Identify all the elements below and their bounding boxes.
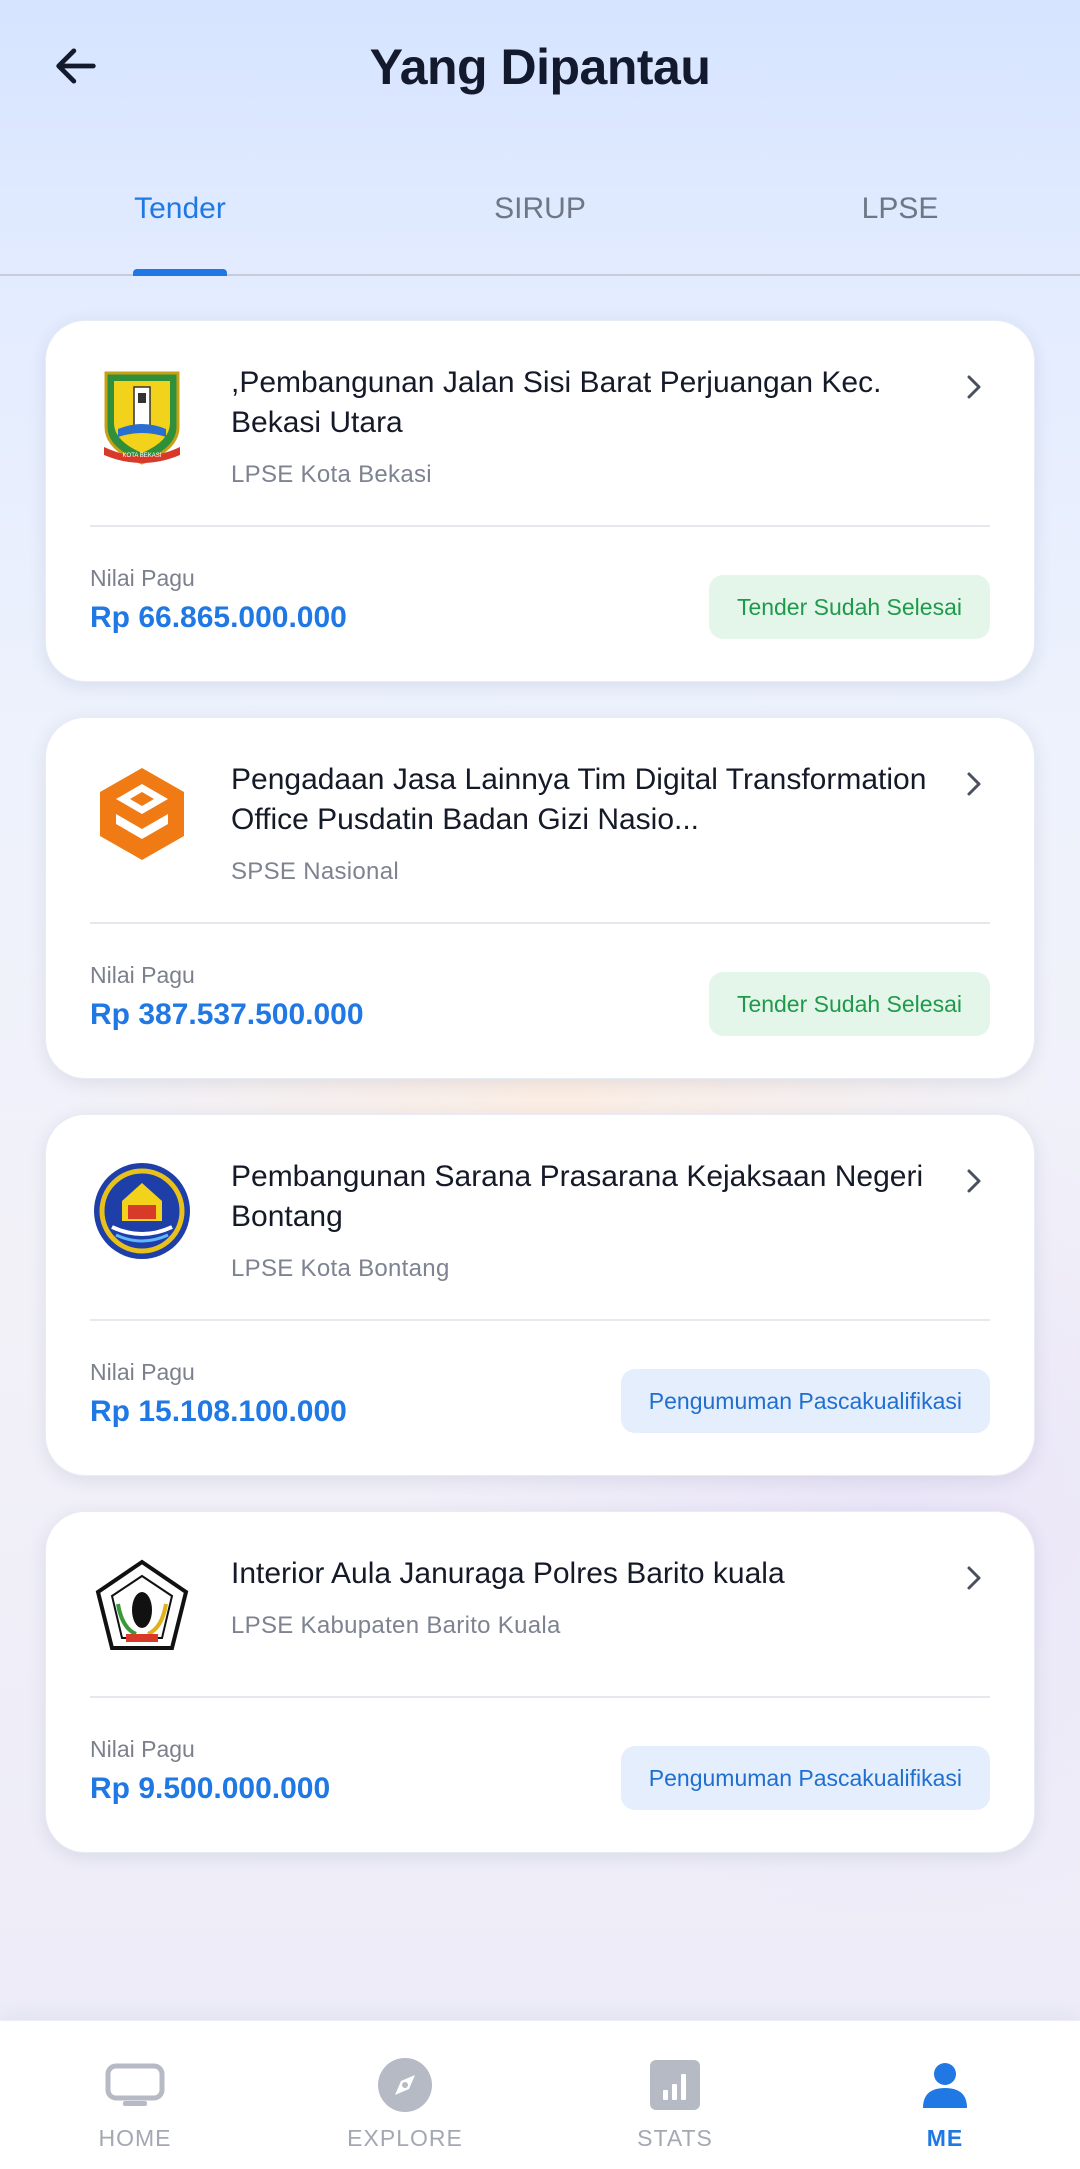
kota-bontang-emblem-icon bbox=[92, 1161, 192, 1261]
nav-me[interactable]: ME bbox=[810, 2055, 1080, 2152]
active-tab-indicator bbox=[133, 269, 227, 276]
compass-icon bbox=[270, 2055, 540, 2115]
person-icon bbox=[810, 2055, 1080, 2115]
tender-title: Pembangunan Sarana Prasarana Kejaksaan N… bbox=[231, 1160, 924, 1233]
pagu-label: Nilai Pagu bbox=[90, 1736, 195, 1762]
tender-source: SPSE Nasional bbox=[231, 858, 399, 885]
tender-card[interactable]: Pembangunan Sarana Prasarana Kejaksaan N… bbox=[45, 1114, 1035, 1476]
pagu-value: Rp 66.865.000.000 bbox=[90, 601, 347, 634]
bottom-navigation: HOME EXPLORE STATS ME bbox=[0, 2020, 1080, 2169]
tender-source: LPSE Kota Bekasi bbox=[231, 461, 432, 488]
nav-explore[interactable]: EXPLORE bbox=[270, 2055, 540, 2152]
nav-stats-label: STATS bbox=[637, 2125, 713, 2151]
pagu-label: Nilai Pagu bbox=[90, 565, 195, 591]
card-divider bbox=[90, 1319, 990, 1321]
tab-tender[interactable]: Tender bbox=[0, 192, 360, 226]
card-divider bbox=[90, 525, 990, 527]
tender-title: Pengadaan Jasa Lainnya Tim Digital Trans… bbox=[231, 763, 927, 836]
card-divider bbox=[90, 1696, 990, 1698]
chevron-right-icon bbox=[954, 764, 994, 804]
tender-title: Interior Aula Januraga Polres Barito kua… bbox=[231, 1557, 785, 1590]
chevron-right-icon bbox=[954, 1161, 994, 1201]
tender-card[interactable]: KOTA BEKASI ,Pembangunan Jalan Sisi Bara… bbox=[45, 320, 1035, 682]
app-header: Yang Dipantau bbox=[0, 0, 1080, 140]
chevron-right-icon bbox=[954, 367, 994, 407]
status-badge: Tender Sudah Selesai bbox=[708, 575, 990, 639]
nav-me-label: ME bbox=[926, 2125, 964, 2151]
svg-text:KOTA BEKASI: KOTA BEKASI bbox=[123, 453, 162, 459]
status-badge: Tender Sudah Selesai bbox=[708, 972, 990, 1036]
pagu-label: Nilai Pagu bbox=[90, 962, 195, 988]
spse-logo-icon bbox=[92, 764, 192, 864]
nav-stats[interactable]: STATS bbox=[540, 2055, 810, 2152]
tender-title: ,Pembangunan Jalan Sisi Barat Perjuangan… bbox=[231, 366, 882, 439]
pagu-label: Nilai Pagu bbox=[90, 1359, 195, 1385]
barito-kuala-emblem-icon bbox=[92, 1558, 192, 1658]
tab-sirup[interactable]: SIRUP bbox=[360, 192, 720, 226]
tender-card[interactable]: Pengadaan Jasa Lainnya Tim Digital Trans… bbox=[45, 717, 1035, 1079]
tender-source: LPSE Kabupaten Barito Kuala bbox=[231, 1612, 561, 1639]
nav-home-label: HOME bbox=[98, 2125, 172, 2151]
pagu-value: Rp 387.537.500.000 bbox=[90, 998, 364, 1031]
card-divider bbox=[90, 922, 990, 924]
tab-bar: Tender SIRUP LPSE bbox=[0, 170, 1080, 276]
status-badge: Pengumuman Pascakualifikasi bbox=[620, 1746, 990, 1810]
pagu-value: Rp 9.500.000.000 bbox=[90, 1772, 331, 1805]
kota-bekasi-emblem-icon: KOTA BEKASI bbox=[92, 367, 192, 467]
tab-lpse[interactable]: LPSE bbox=[720, 192, 1080, 226]
status-badge: Pengumuman Pascakualifikasi bbox=[620, 1369, 990, 1433]
nav-explore-label: EXPLORE bbox=[347, 2125, 463, 2151]
page-title: Yang Dipantau bbox=[369, 39, 711, 95]
tender-source: LPSE Kota Bontang bbox=[231, 1255, 450, 1282]
nav-home[interactable]: HOME bbox=[0, 2055, 270, 2152]
pagu-value: Rp 15.108.100.000 bbox=[90, 1395, 347, 1428]
tv-icon bbox=[0, 2055, 270, 2115]
bar-chart-icon bbox=[540, 2055, 810, 2115]
tender-card[interactable]: Interior Aula Januraga Polres Barito kua… bbox=[45, 1511, 1035, 1853]
chevron-right-icon bbox=[954, 1558, 994, 1598]
